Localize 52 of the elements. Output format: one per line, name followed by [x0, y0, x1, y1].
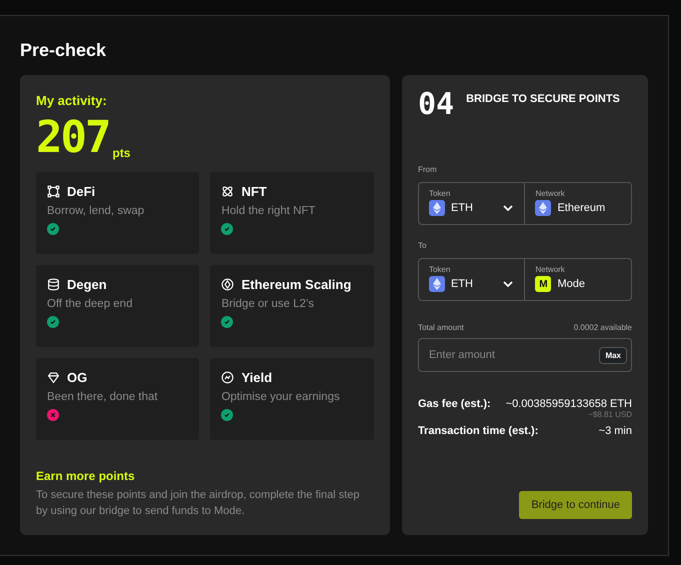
token-label: Token: [428, 189, 452, 198]
database-icon: [47, 278, 60, 291]
category-name: Degen: [67, 277, 107, 292]
category-description: Borrow, lend, swap: [47, 205, 146, 217]
page-title: Pre-check: [20, 40, 108, 61]
network-value: Mode: [557, 278, 585, 290]
category-description: Optimise your earnings: [221, 391, 341, 403]
ethereum-icon: [221, 278, 234, 291]
time-value: ~3 min: [598, 425, 632, 437]
category-name: OG: [67, 370, 88, 385]
time-label: Transaction time (est.):: [418, 425, 538, 437]
category-description: Hold the right NFT: [221, 205, 316, 217]
gas-fee-value: ~0.00385959133658 ETH: [506, 398, 632, 410]
amount-field[interactable]: Enter amount Max: [418, 338, 632, 372]
category-name: NFT: [241, 184, 267, 199]
token-value: ETH: [450, 202, 473, 214]
category-name: Ethereum Scaling: [241, 277, 352, 292]
gas-fee-label: Gas fee (est.):: [418, 398, 491, 410]
network-logo: M: [535, 276, 552, 292]
category-name: Yield: [241, 370, 272, 385]
category-name: DeFi: [67, 184, 96, 199]
ethereum-logo-icon: [428, 200, 445, 216]
nodes-icon: [47, 185, 60, 198]
network-value: Ethereum: [557, 202, 606, 214]
ethereum-logo-icon: [535, 200, 552, 216]
points-unit: pts: [112, 146, 130, 160]
bridge-button[interactable]: Bridge to continue: [519, 491, 632, 519]
network-label: Network: [535, 189, 566, 198]
route-label: To: [418, 241, 426, 250]
diamond-icon: [47, 371, 60, 384]
atom-icon: [221, 185, 234, 198]
category-description: Off the deep end: [47, 298, 134, 310]
network-label: Network: [535, 265, 566, 274]
step-number: 04: [418, 89, 454, 121]
bridge-title: BRIDGE TO SECURE POINTS: [466, 93, 620, 105]
max-button[interactable]: Max: [599, 346, 627, 364]
token-select[interactable]: Token ETH: [418, 183, 526, 224]
category-description: Bridge or use L2’s: [221, 298, 315, 310]
token-label: Token: [428, 265, 452, 274]
token-value: ETH: [450, 278, 473, 290]
gas-fee-usd: ~$8.81 USD: [588, 410, 632, 419]
activity-heading: My activity:: [36, 93, 108, 108]
ethereum-logo-icon: [428, 276, 445, 292]
earn-text: To secure these points and join the airdrop, complete the final step by using our bridge to send funds to Mode.: [36, 488, 360, 519]
earn-heading: Earn more points: [36, 469, 136, 483]
points-value: 207: [36, 116, 110, 160]
amount-label: Total amount: [418, 323, 464, 332]
category-description: Been there, done that: [47, 391, 159, 403]
available-amount: 0.0002 available: [574, 323, 632, 332]
route-label: From: [418, 165, 437, 174]
gauge-icon: [221, 371, 234, 384]
token-select[interactable]: Token ETH: [418, 259, 526, 300]
